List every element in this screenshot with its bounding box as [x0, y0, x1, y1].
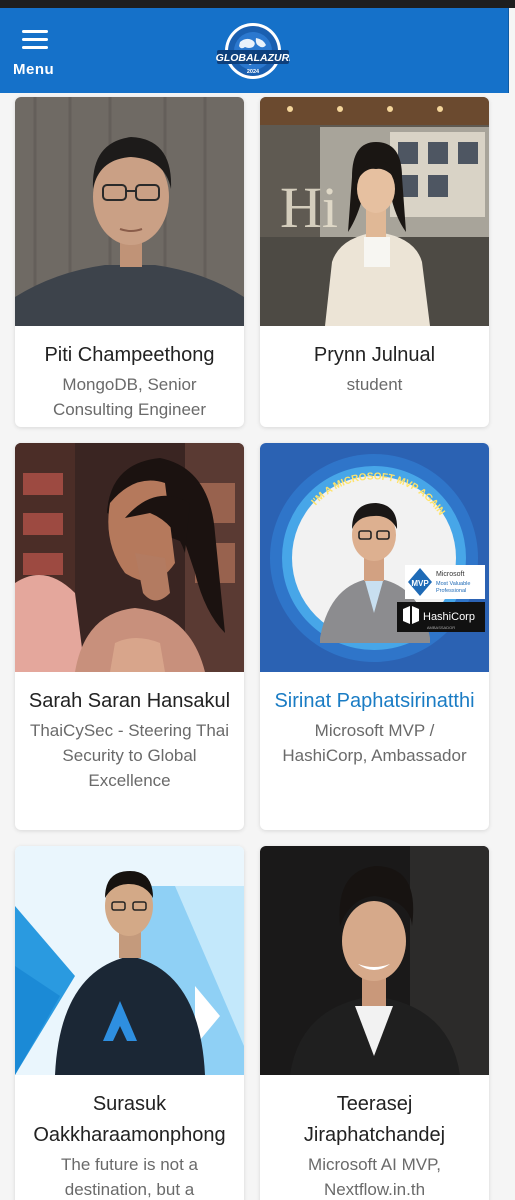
- status-strip: [0, 0, 515, 8]
- speaker-card-sirinat[interactable]: I'M A MICROSOFT MVP AGAIN MVP Microsoft …: [260, 443, 489, 830]
- speaker-photo: [15, 443, 244, 672]
- logo-text: #GLOBALAZURE: [216, 52, 290, 64]
- speaker-role: The future is not a destination, but a: [60, 1155, 199, 1199]
- speaker-role: Microsoft MVP / HashiCorp, Ambassador: [282, 721, 467, 765]
- speaker-role: MongoDB, Senior Consulting Engineer: [52, 375, 207, 419]
- mvp-line1-text: Most Valuable: [436, 581, 470, 587]
- speaker-name: Prynn Julnual: [313, 344, 436, 366]
- mvp-badge-text: MVP: [411, 579, 429, 588]
- mvp-line2-text: Professional: [436, 588, 466, 594]
- speaker-role: Microsoft AI MVP, Nextflow.in.th: [308, 1155, 441, 1199]
- logo-year: 2024: [247, 69, 260, 75]
- speaker-name-link[interactable]: Sirinat Paphatsirinatthi: [270, 686, 479, 717]
- speaker-name: Piti Champeethong: [44, 344, 215, 366]
- speaker-card-surasuk[interactable]: Surasuk Oakkharaamonphong The future is …: [15, 846, 244, 1200]
- hamburger-icon: [22, 30, 48, 50]
- global-azure-logo[interactable]: #GLOBALAZURE 2024: [216, 22, 290, 80]
- speaker-name: Sarah Saran Hansakul: [28, 690, 231, 712]
- speaker-role: ThaiCySec - Steering Thai Security to Gl…: [29, 721, 230, 790]
- speaker-grid: Piti Champeethong MongoDB, Senior Consul…: [0, 93, 515, 1200]
- speaker-photo: Hi: [260, 97, 489, 326]
- svg-text:Hi: Hi: [280, 175, 338, 240]
- speaker-card-teerasej[interactable]: Teerasej Jiraphatchandej Microsoft AI MV…: [260, 846, 489, 1200]
- menu-label: Menu: [13, 61, 55, 78]
- speaker-card-prynn[interactable]: Hi Prynn Julnual student: [260, 97, 489, 427]
- menu-button[interactable]: Menu: [10, 26, 60, 82]
- speaker-photo: [15, 97, 244, 326]
- speaker-photo: [15, 846, 244, 1075]
- speaker-name: Teerasej Jiraphatchandej: [303, 1093, 446, 1146]
- speaker-role: student: [346, 375, 403, 394]
- speaker-photo: [260, 846, 489, 1075]
- hashicorp-badge-text: HashiCorp: [423, 611, 475, 623]
- speaker-card-piti[interactable]: Piti Champeethong MongoDB, Senior Consul…: [15, 97, 244, 427]
- hashicorp-sub-text: AMBASSADOR: [427, 625, 455, 630]
- speaker-name: Surasuk Oakkharaamonphong: [33, 1093, 226, 1146]
- speaker-photo: I'M A MICROSOFT MVP AGAIN MVP Microsoft …: [260, 443, 489, 672]
- ms-badge-text: Microsoft: [436, 571, 464, 578]
- site-header: Menu #GLOBALAZURE 2024: [0, 8, 509, 93]
- speaker-card-sarah[interactable]: Sarah Saran Hansakul ThaiCySec - Steerin…: [15, 443, 244, 830]
